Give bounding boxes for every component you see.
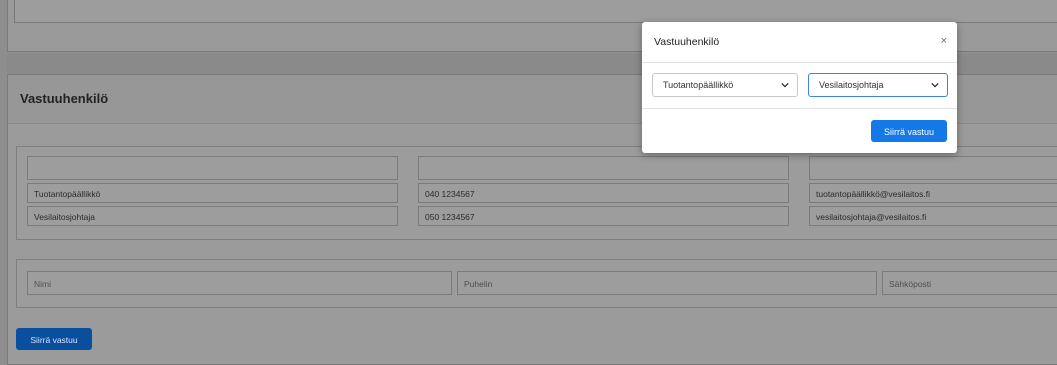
card-title: Vastuuhenkilö	[20, 91, 109, 106]
previous-panel-inner	[14, 0, 1057, 23]
name-input[interactable]: Nimi	[27, 271, 452, 295]
table-cell-phone: 050 1234567	[418, 206, 789, 226]
chevron-down-icon	[781, 82, 789, 88]
modal-header: Vastuuhenkilö ×	[642, 22, 957, 63]
modal-divider	[642, 108, 957, 109]
to-person-select[interactable]: Vesilaitosjohtaja	[808, 73, 948, 97]
chevron-down-icon	[931, 82, 939, 88]
from-person-value: Tuotantopäällikkö	[663, 80, 734, 90]
table-header-name	[27, 156, 398, 180]
close-icon[interactable]: ×	[941, 35, 947, 47]
transfer-responsibility-modal: Vastuuhenkilö × Tuotantopäällikkö Vesila…	[642, 22, 957, 153]
table-cell-name: Tuotantopäällikkö	[27, 183, 398, 203]
table-cell-email: tuotantopäällikkö@vesilaitos.fi	[809, 183, 1057, 203]
phone-input[interactable]: Puhelin	[457, 271, 877, 295]
modal-title: Vastuuhenkilö	[654, 36, 720, 48]
to-person-value: Vesilaitosjohtaja	[819, 80, 884, 90]
table-header-phone	[418, 156, 789, 180]
from-person-select[interactable]: Tuotantopäällikkö	[652, 73, 798, 97]
table-cell-name: Vesilaitosjohtaja	[27, 206, 398, 226]
email-input[interactable]: Sähköposti	[882, 271, 1057, 295]
modal-transfer-button[interactable]: Siirrä vastuu	[871, 120, 947, 142]
table-cell-phone: 040 1234567	[418, 183, 789, 203]
table-header-email	[809, 156, 1057, 180]
transfer-button[interactable]: Siirrä vastuu	[16, 328, 92, 350]
table-cell-email: vesilaitosjohtaja@vesilaitos.fi	[809, 206, 1057, 226]
